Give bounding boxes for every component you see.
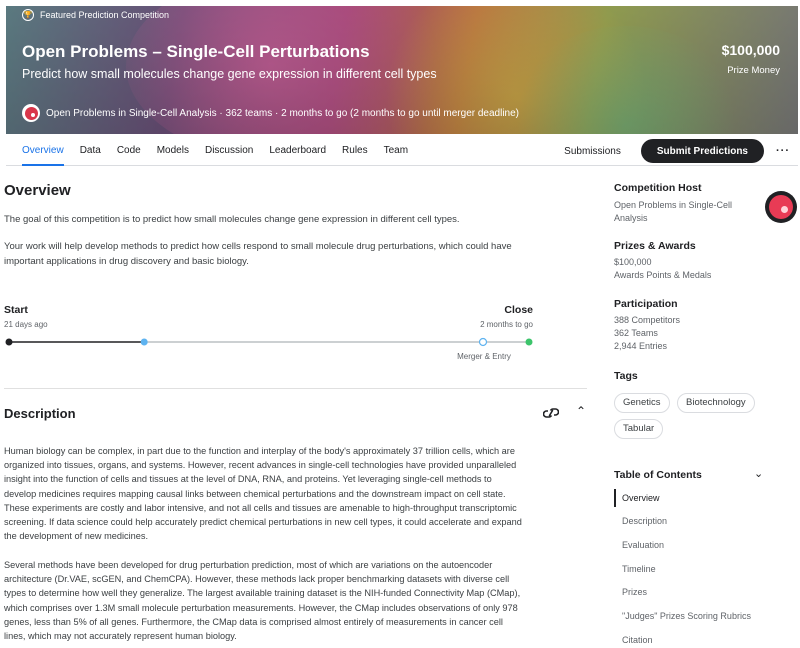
host-logo[interactable]: [22, 104, 40, 122]
more-options-icon[interactable]: ···: [776, 145, 790, 157]
overview-paragraph: Your work will help develop methods to p…: [4, 241, 512, 267]
featured-badge: 🏆 Featured Prediction Competition: [22, 9, 169, 21]
description-heading: Description: [4, 406, 76, 421]
toc-item-description[interactable]: Description: [614, 510, 784, 534]
toc-item-timeline[interactable]: Timeline: [614, 558, 784, 582]
host-line: Open Problems in Single-Cell Analysis · …: [46, 107, 520, 119]
tag-chip[interactable]: Genetics: [614, 393, 670, 413]
toc-item-judges-rubrics[interactable]: "Judges" Prizes Scoring Rubrics: [614, 605, 784, 629]
prize-extra: Awards Points & Medals: [614, 270, 712, 280]
trophy-icon: 🏆: [22, 9, 34, 21]
description-paragraph: Several methods have been developed for …: [4, 560, 521, 642]
section-divider: [4, 388, 587, 389]
tab-leaderboard[interactable]: Leaderboard: [269, 136, 326, 166]
overview-heading: Overview: [4, 182, 71, 199]
submissions-link[interactable]: Submissions: [564, 146, 621, 157]
prize-label: Prize Money: [727, 65, 780, 76]
timeline-start-dot: [5, 338, 13, 346]
timeline-start-time: 21 days ago: [4, 320, 48, 329]
toc-item-citation[interactable]: Citation: [614, 629, 784, 648]
competition-banner: 🏆 Featured Prediction Competition Open P…: [6, 6, 798, 134]
host-avatar[interactable]: [765, 191, 797, 223]
overview-paragraph: The goal of this competition is to predi…: [4, 214, 460, 225]
tag-chip[interactable]: Biotechnology: [677, 393, 755, 413]
competition-tabs: Overview Data Code Models Discussion Lea…: [6, 136, 798, 166]
prize-value: $100,000: [614, 257, 652, 267]
prize-amount: $100,000: [721, 42, 780, 58]
featured-label: Featured Prediction Competition: [40, 10, 170, 20]
tab-data[interactable]: Data: [80, 136, 101, 166]
competition-subtitle: Predict how small molecules change gene …: [22, 67, 437, 81]
entries-count: 2,944 Entries: [614, 341, 668, 351]
link-icon[interactable]: [543, 406, 559, 420]
timeline-merger-dot: [478, 337, 488, 347]
toc-item-overview[interactable]: Overview: [614, 489, 784, 507]
competitors-count: 388 Competitors: [614, 315, 681, 325]
tab-code[interactable]: Code: [117, 136, 141, 166]
timeline-start-label: Start: [4, 304, 28, 316]
participation-heading: Participation: [614, 298, 678, 310]
timeline-close-time: 2 months to go: [480, 320, 533, 329]
host-heading: Competition Host: [614, 182, 702, 194]
toc-item-evaluation[interactable]: Evaluation: [614, 534, 784, 558]
table-of-contents: Overview Description Evaluation Timeline…: [614, 486, 784, 648]
submit-predictions-button[interactable]: Submit Predictions: [640, 139, 764, 163]
tab-discussion[interactable]: Discussion: [205, 136, 253, 166]
timeline-close-dot: [525, 338, 533, 346]
competition-timeline: [5, 337, 533, 347]
description-paragraph: Human biology can be complex, in part du…: [4, 446, 522, 542]
tab-overview[interactable]: Overview: [22, 136, 64, 166]
timeline-current-dot: [140, 338, 148, 346]
participation-info: 388 Competitors 362 Teams 2,944 Entries: [614, 314, 680, 353]
prizes-info: $100,000 Awards Points & Medals: [614, 256, 711, 282]
tags-heading: Tags: [614, 370, 638, 382]
competition-title: Open Problems – Single-Cell Perturbation…: [22, 42, 370, 61]
chevron-up-icon[interactable]: ⌃: [576, 404, 586, 418]
timeline-close-label: Close: [504, 304, 533, 316]
toc-heading: Table of Contents: [614, 469, 702, 481]
tab-rules[interactable]: Rules: [342, 136, 368, 166]
teams-count: 362 Teams: [614, 328, 658, 338]
tab-team[interactable]: Team: [384, 136, 408, 166]
timeline-merger-label: Merger & Entry: [457, 352, 511, 361]
prizes-heading: Prizes & Awards: [614, 240, 696, 252]
tab-models[interactable]: Models: [157, 136, 189, 166]
host-row: Open Problems in Single-Cell Analysis · …: [22, 104, 519, 122]
tag-chip[interactable]: Tabular: [614, 419, 664, 439]
toc-item-prizes[interactable]: Prizes: [614, 581, 784, 605]
chevron-collapse-icon[interactable]: ⌄: [754, 467, 763, 480]
host-name[interactable]: Open Problems in Single-Cell Analysis: [614, 199, 764, 225]
